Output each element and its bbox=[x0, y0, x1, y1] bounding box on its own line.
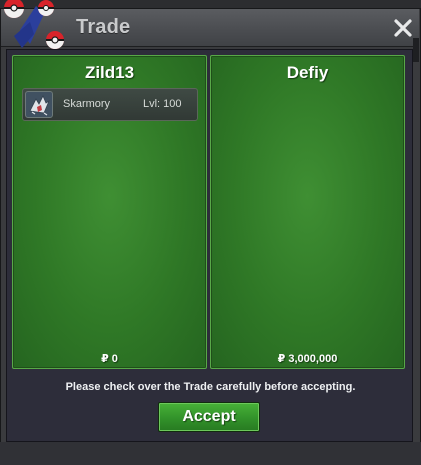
right-money-offer: ₽ 3,000,000 bbox=[277, 353, 338, 365]
trade-notice: Please check over the Trade carefully be… bbox=[65, 381, 356, 393]
pokemon-name: Skarmory bbox=[63, 98, 111, 110]
pokeball-logo-icon bbox=[0, 0, 72, 52]
close-icon bbox=[394, 19, 412, 37]
trade-window: Trade Zild13 Skarmory Lvl: 100 ₽ 0 Defiy… bbox=[0, 0, 421, 465]
trade-item-row[interactable]: Skarmory Lvl: 100 bbox=[22, 88, 198, 121]
skarmory-icon bbox=[25, 91, 53, 118]
window-bottom-edge bbox=[0, 442, 421, 465]
close-button[interactable] bbox=[392, 15, 414, 39]
right-player-name: Defiy bbox=[286, 63, 329, 82]
left-money-offer: ₽ 0 bbox=[101, 353, 118, 365]
window-title: Trade bbox=[76, 16, 131, 38]
right-trade-panel: Defiy ₽ 3,000,000 bbox=[210, 55, 405, 369]
left-trade-panel: Zild13 Skarmory Lvl: 100 ₽ 0 bbox=[12, 55, 207, 369]
window-edge bbox=[413, 38, 419, 62]
left-player-name: Zild13 bbox=[84, 63, 135, 82]
accept-button[interactable]: Accept bbox=[158, 402, 260, 432]
pokemon-level: Lvl: 100 bbox=[143, 98, 182, 110]
